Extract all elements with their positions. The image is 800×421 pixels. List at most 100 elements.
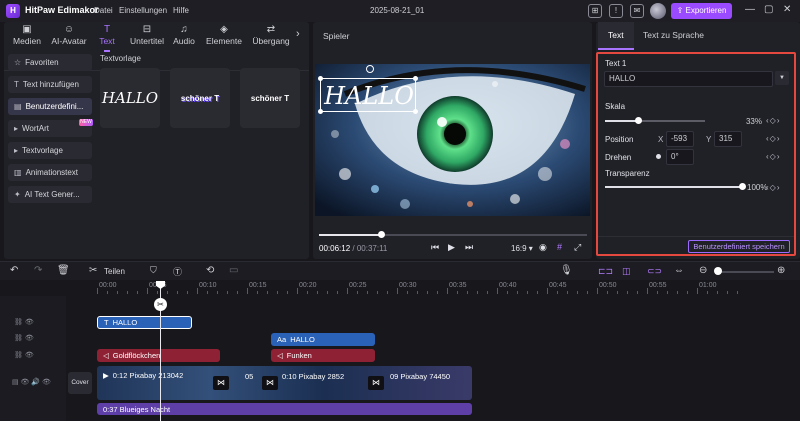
transparency-slider-knob[interactable]	[739, 183, 746, 190]
playback-seekbar[interactable]	[319, 231, 587, 238]
seekbar-knob[interactable]	[377, 231, 385, 238]
text-clip-hallo-2[interactable]: Aa HALLO	[271, 333, 375, 346]
play-icon[interactable]: ▶	[448, 242, 455, 253]
text-input[interactable]: HALLO	[604, 71, 773, 87]
cart-icon[interactable]: ⊞	[588, 4, 602, 18]
grid-icon[interactable]: #	[557, 242, 562, 252]
seekbar-fill	[319, 234, 381, 236]
maximize-icon[interactable]: ▢	[764, 4, 773, 15]
transparency-value[interactable]: 100%	[747, 183, 767, 192]
shield-icon[interactable]: ⛉	[150, 265, 157, 276]
resize-handle[interactable]	[413, 109, 418, 114]
fit-icon[interactable]: ⇔	[674, 265, 684, 276]
cover-button[interactable]: Cover	[68, 372, 92, 394]
keyframe-nav-icon[interactable]: ‹◇›	[766, 134, 780, 143]
menu-einstellungen[interactable]: Einstellungen	[119, 6, 167, 15]
delete-icon[interactable]: 🗑	[57, 265, 70, 276]
microphone-icon[interactable]: 🎙	[560, 265, 573, 276]
redo-icon[interactable]: ↷	[34, 265, 42, 276]
aspect-ratio-select[interactable]: 16:9 ▾	[511, 244, 533, 253]
tab-audio[interactable]: ♫ Audio	[166, 24, 202, 50]
link-track-icon[interactable]: ⛓ 👁	[14, 351, 34, 359]
zoom-out-icon[interactable]: ⊖	[699, 265, 707, 276]
rotate-input[interactable]: 0°	[666, 149, 694, 165]
minimize-icon[interactable]: —	[745, 4, 755, 15]
tab-text-props[interactable]: Text	[608, 30, 624, 40]
tab-elemente[interactable]: ◈ Elemente	[202, 24, 246, 50]
sidebar-item-ai-text-generator[interactable]: ✦ AI Text Gener...	[8, 186, 92, 203]
transition-icon[interactable]: ⋈	[368, 376, 384, 390]
scale-slider-knob[interactable]	[635, 117, 642, 124]
transparency-slider[interactable]	[605, 183, 746, 190]
user-avatar[interactable]	[650, 3, 666, 19]
template-thumb-schoener-2[interactable]: schöner T	[240, 68, 300, 128]
snap-icon[interactable]: ⊂⊃	[647, 266, 662, 277]
tab-uebergang[interactable]: ⇄ Übergang	[248, 24, 294, 50]
link-track-icon[interactable]: ⛓ 👁	[14, 318, 34, 326]
scissors-icon[interactable]: ✂	[89, 265, 97, 276]
prev-frame-icon[interactable]: ⏮	[431, 242, 439, 253]
effect-clip-goldfloeckchen[interactable]: ◁ Goldflöckchen	[97, 349, 220, 362]
sidebar-item-benutzerdefiniert[interactable]: ▤ Benutzerdefini...	[8, 98, 92, 115]
resize-handle[interactable]	[318, 76, 323, 81]
text-overlay-selection[interactable]: HALLO	[318, 65, 418, 114]
zoom-in-icon[interactable]: ⊕	[777, 265, 785, 276]
keyframe-nav-icon[interactable]: ‹◇›	[766, 183, 780, 192]
snapshot-icon[interactable]: ◉	[539, 242, 547, 253]
transition-icon[interactable]: ⋈	[213, 376, 229, 390]
tab-untertitel[interactable]: ⊟ Untertitel	[122, 24, 172, 50]
pos-y-input[interactable]: 315	[714, 131, 742, 147]
close-icon[interactable]: ✕	[783, 4, 791, 15]
crop-icon[interactable]: ▭	[229, 265, 238, 276]
sidebar-item-label: WortArt	[22, 124, 49, 133]
zoom-slider-knob[interactable]	[714, 267, 722, 275]
undo-icon[interactable]: ↶	[10, 265, 18, 276]
fullscreen-icon[interactable]: ⤢	[574, 242, 581, 253]
ruler-tick	[227, 291, 228, 294]
tab-ai-avatar[interactable]: ☺ AI-Avatar	[44, 24, 94, 50]
ruler-tick	[697, 288, 698, 294]
template-thumb-schoener-1[interactable]: schöner T	[170, 68, 230, 128]
text-clip-hallo-1[interactable]: T HALLO	[97, 316, 192, 329]
sidebar-item-animationstext[interactable]: ▥ Animationstext	[8, 164, 92, 181]
sidebar-item-favoriten[interactable]: ☆ Favoriten	[8, 54, 92, 71]
resize-handle[interactable]	[318, 109, 323, 114]
sidebar-item-textvorlage[interactable]: ▸ Textvorlage	[8, 142, 92, 159]
chevron-down-icon[interactable]: ▼	[775, 71, 789, 85]
text-tool-icon[interactable]: Ⓣ	[173, 265, 182, 278]
menu-datei[interactable]: Datei	[94, 6, 113, 15]
split-scissors-icon[interactable]: ✂	[154, 298, 167, 311]
link-track-icon[interactable]: ⛓ 👁	[14, 334, 34, 342]
split-label[interactable]: Teilen	[104, 267, 125, 276]
tab-text-zu-sprache[interactable]: Text zu Sprache	[643, 30, 704, 40]
ruler-tick-label: 00:30	[399, 282, 417, 289]
mail-icon[interactable]: ✉	[630, 4, 644, 18]
export-button[interactable]: ⇪ Exportieren	[671, 3, 732, 19]
keyframe-nav-icon[interactable]: ‹◇›	[766, 152, 780, 161]
scale-value[interactable]: 33%	[716, 114, 766, 130]
zoom-slider[interactable]	[716, 271, 774, 273]
keyframe-nav-icon[interactable]: ‹◇›	[766, 116, 780, 125]
notification-icon[interactable]: !	[609, 4, 623, 18]
ruler-tick-label: 00:20	[299, 282, 317, 289]
rotate-dial-icon[interactable]	[656, 154, 661, 159]
magnet-icon[interactable]: ◫	[622, 266, 631, 277]
video-preview[interactable]: HALLO	[315, 64, 590, 216]
chevron-right-icon[interactable]: ›	[296, 28, 300, 40]
video-track-controls-icon[interactable]: ▤ 👁 🔊 👁	[12, 378, 51, 386]
rotate-handle-icon[interactable]	[366, 65, 374, 73]
effect-clip-funken[interactable]: ◁ Funken	[271, 349, 375, 362]
scale-slider[interactable]	[605, 117, 705, 124]
loop-icon[interactable]: ⟲	[206, 265, 214, 276]
pos-x-input[interactable]: -593	[666, 131, 694, 147]
save-custom-button[interactable]: Benutzerdefiniert speichern	[688, 240, 790, 253]
template-thumb-hallo[interactable]: HALLO	[100, 68, 160, 128]
tab-text[interactable]: T Text	[92, 24, 122, 52]
link-icon[interactable]: ⊏⊐	[598, 266, 613, 277]
next-frame-icon[interactable]: ⏭	[465, 242, 473, 253]
sidebar-item-text-hinzufuegen[interactable]: T Text hinzufügen	[8, 76, 92, 93]
transition-icon[interactable]: ⋈	[262, 376, 278, 390]
menu-hilfe[interactable]: Hilfe	[173, 6, 189, 15]
resize-handle[interactable]	[413, 76, 418, 81]
audio-clip[interactable]: 0:37 Blueiges Nacht	[97, 403, 472, 415]
